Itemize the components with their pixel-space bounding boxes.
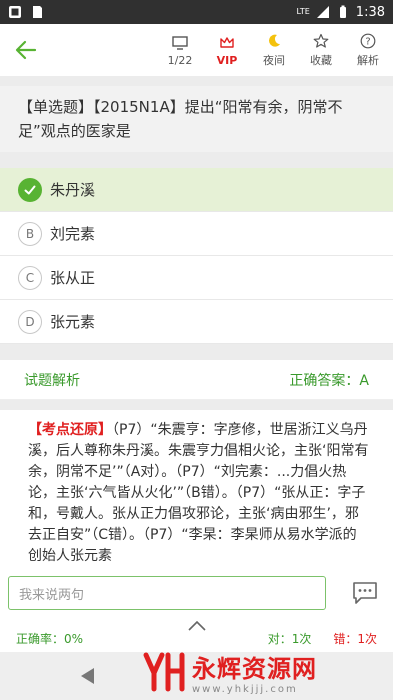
option-a[interactable]: 朱丹溪	[0, 168, 393, 212]
analysis-header: 试题解析 正确答案：A	[0, 360, 393, 400]
option-d[interactable]: D 张元素	[0, 300, 393, 344]
top-toolbar: 1/22 VIP 夜间 收藏 ? 解析	[0, 24, 393, 76]
night-mode-label: 夜间	[263, 54, 285, 67]
back-button[interactable]	[0, 24, 52, 76]
comment-bar: 我来说两句	[0, 562, 393, 624]
option-text: 张元素	[50, 313, 96, 331]
night-mode-button[interactable]: 夜间	[255, 32, 293, 68]
vip-button[interactable]: VIP	[208, 34, 246, 67]
analysis-text: （P7）“朱震亨：字彦修，世居浙江义乌丹溪，后人尊称朱丹溪。朱震亨力倡相火论，主…	[28, 422, 369, 562]
clock: 1:38	[355, 4, 385, 20]
option-c[interactable]: C 张从正	[0, 256, 393, 300]
option-b[interactable]: B 刘完素	[0, 212, 393, 256]
vip-label: VIP	[216, 53, 238, 67]
signal-icon	[316, 5, 330, 19]
moon-icon	[265, 32, 283, 50]
check-icon	[18, 177, 42, 202]
option-letter: D	[18, 309, 42, 334]
sd-card-icon	[30, 5, 44, 19]
analysis-title: 试题解析	[24, 372, 80, 389]
app-screen: LTE 1:38 1/22 VIP 夜间 收藏 ? 解析 【单选题】【2015N…	[0, 0, 393, 700]
progress-label: 1/22	[167, 53, 193, 67]
app-notification-icon	[8, 5, 22, 19]
status-bar: LTE 1:38	[0, 0, 393, 24]
network-type: LTE	[296, 7, 310, 16]
analysis-tag: 【考点还原】	[28, 422, 112, 438]
option-text: 朱丹溪	[50, 181, 96, 199]
watermark-title: 永辉资源网	[192, 655, 317, 683]
battery-icon	[336, 5, 350, 19]
option-text: 张从正	[50, 269, 96, 287]
watermark-logo-icon	[143, 652, 185, 692]
screen-icon	[171, 34, 189, 52]
option-letter: C	[18, 265, 42, 290]
correct-answer: 正确答案：A	[289, 372, 369, 389]
svg-text:?: ?	[365, 37, 370, 48]
help-icon: ?	[359, 32, 377, 50]
explanation-label: 解析	[357, 54, 379, 67]
explanation-button[interactable]: ? 解析	[349, 32, 387, 68]
favorite-label: 收藏	[310, 54, 332, 67]
analysis-content: 【考点还原】（P7）“朱震亨：字彦修，世居浙江义乌丹溪，后人尊称朱丹溪。朱震亨力…	[0, 410, 393, 562]
expand-up-icon[interactable]	[188, 620, 206, 634]
option-text: 刘完素	[50, 225, 96, 243]
options-list: 朱丹溪 B 刘完素 C 张从正 D 张元素	[0, 168, 393, 344]
comment-input[interactable]: 我来说两句	[8, 576, 326, 610]
crown-icon	[218, 34, 236, 52]
nav-back-icon[interactable]	[78, 666, 96, 690]
star-icon	[312, 32, 330, 50]
comments-button[interactable]	[345, 573, 385, 613]
back-arrow-icon	[15, 40, 37, 60]
accuracy-rate: 正确率：0%	[16, 631, 84, 646]
watermark-url: www.yhkjjj.com	[192, 684, 298, 695]
question-text: 【单选题】【2015N1A】提出“阳常有余，阴常不足”观点的医家是	[0, 86, 393, 152]
comment-icon	[353, 582, 377, 604]
comment-placeholder: 我来说两句	[19, 587, 85, 603]
option-letter: B	[18, 221, 42, 246]
favorite-button[interactable]: 收藏	[302, 32, 340, 68]
progress-indicator[interactable]: 1/22	[161, 34, 199, 67]
watermark: 永辉资源网 www.yhkjjj.com	[140, 644, 390, 700]
